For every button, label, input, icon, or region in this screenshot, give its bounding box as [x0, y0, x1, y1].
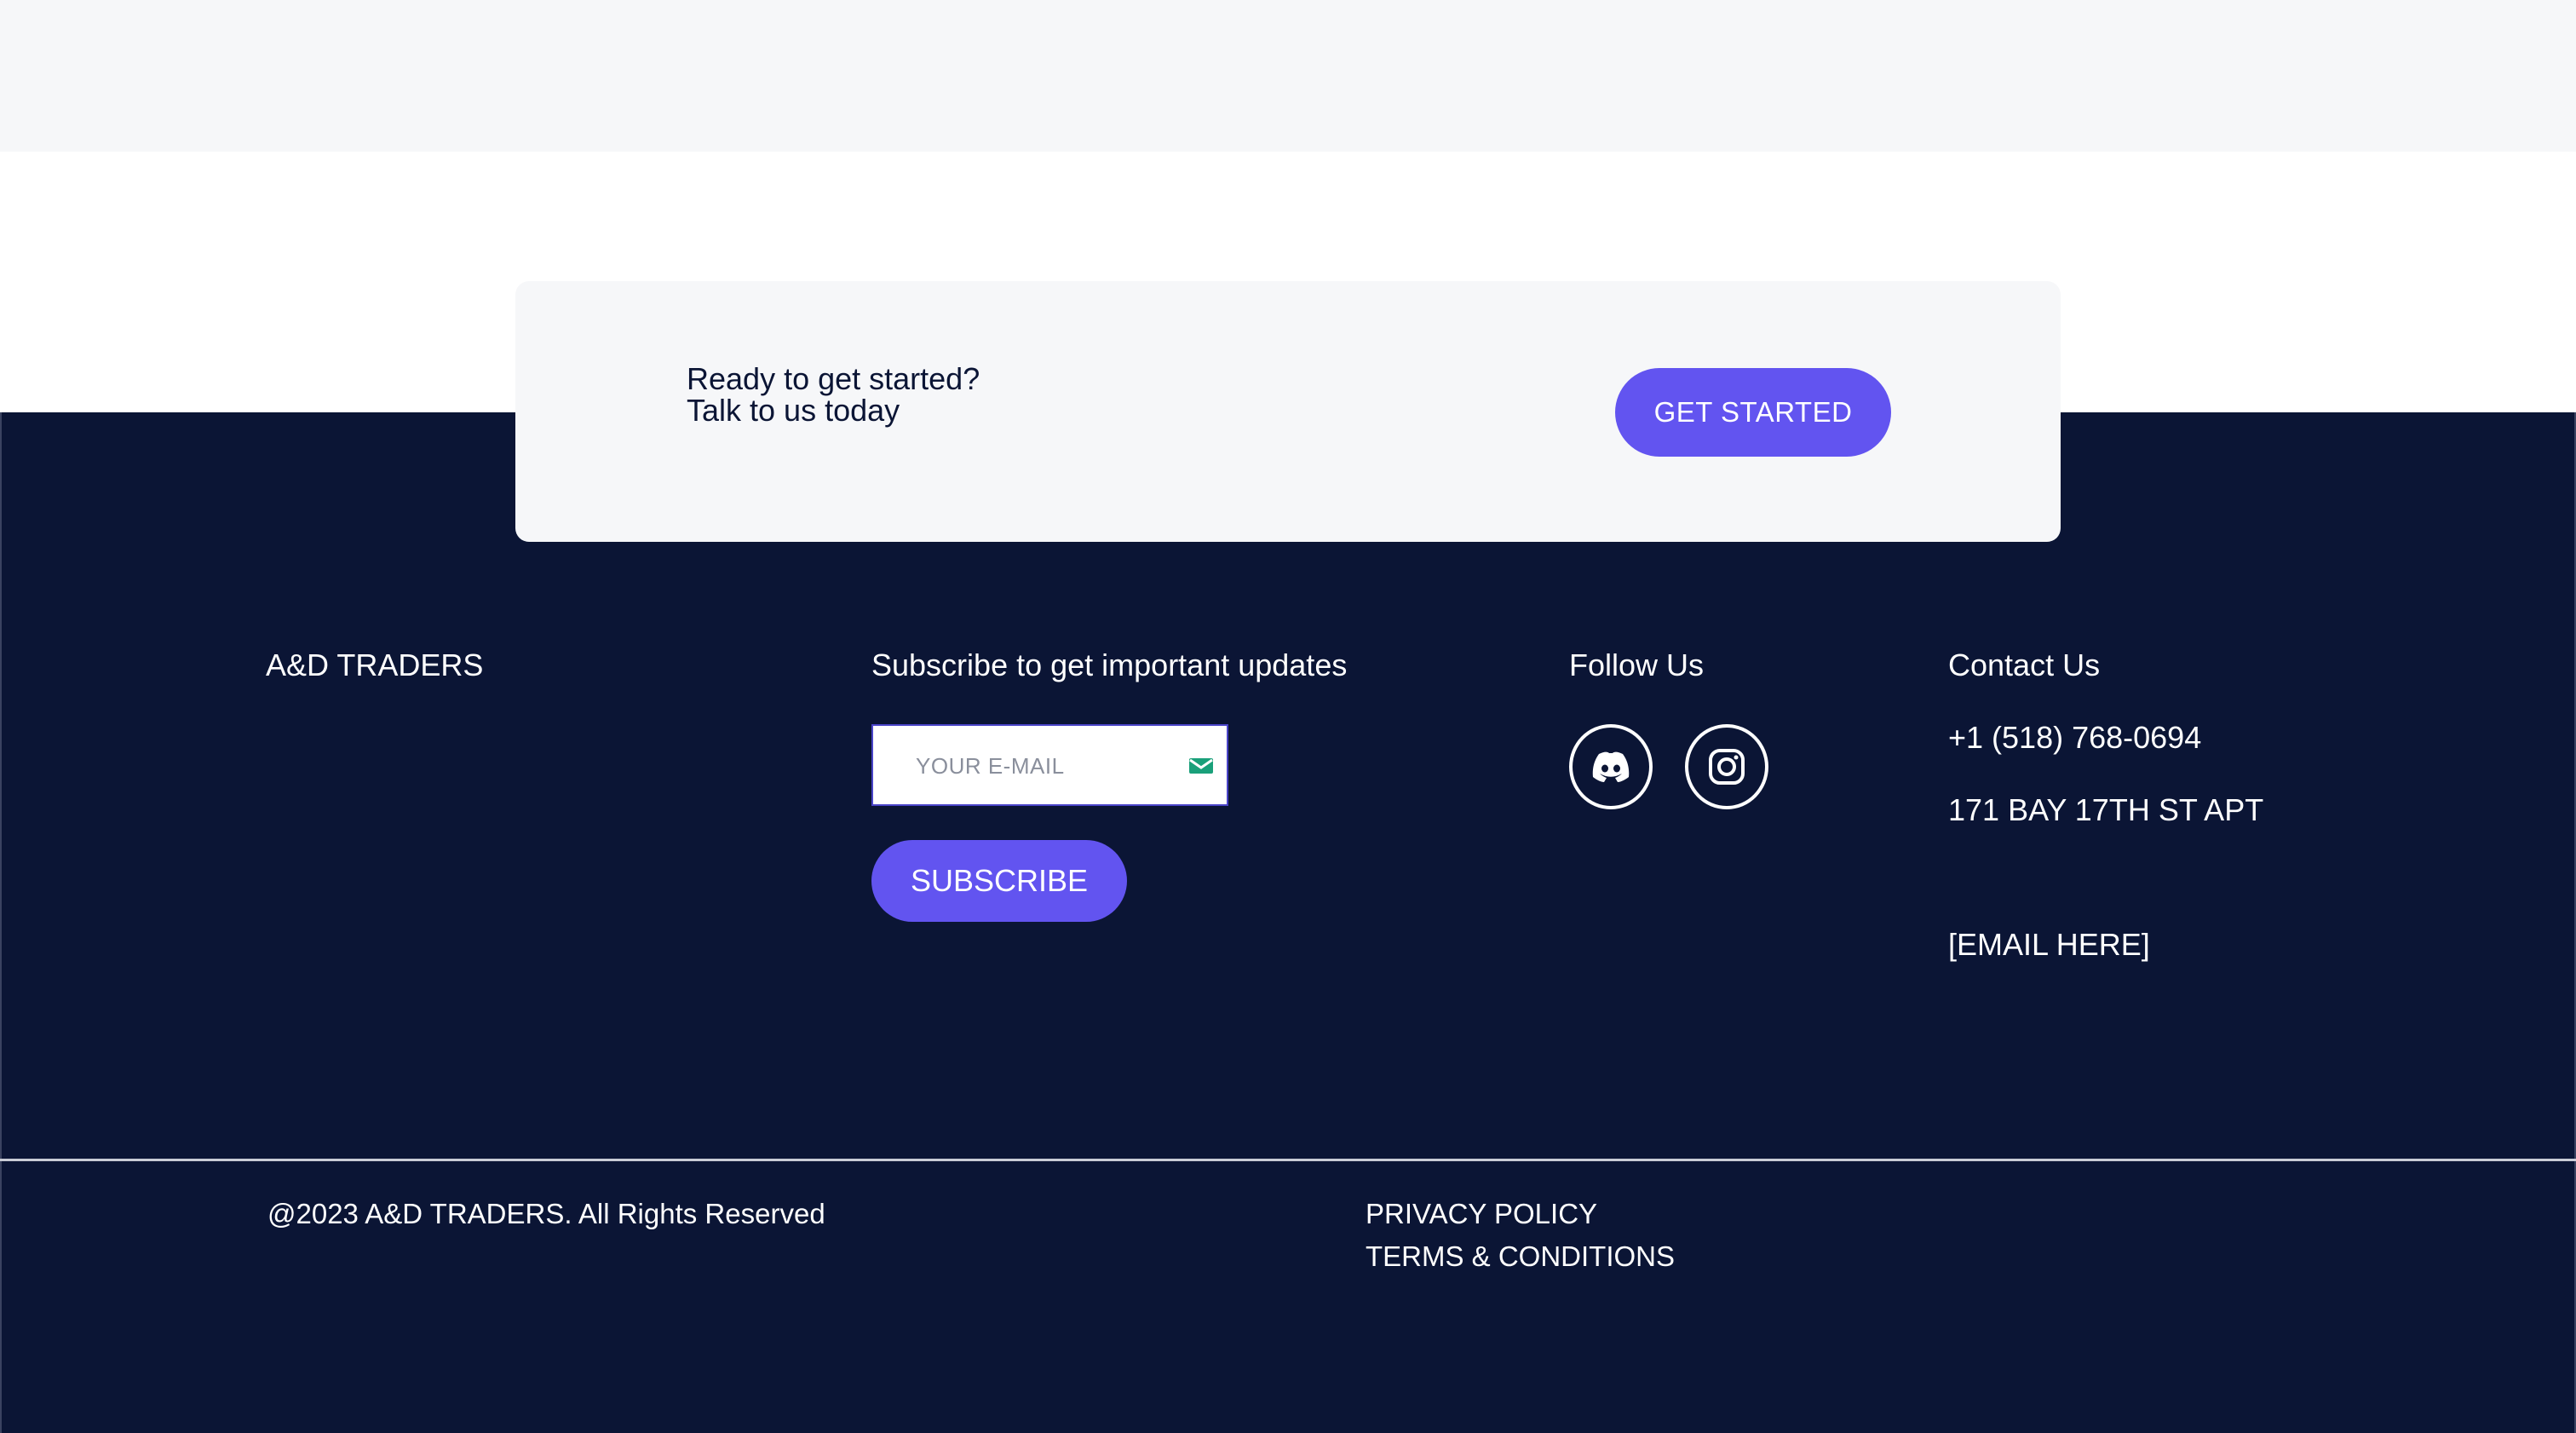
subscribe-button[interactable]: SUBSCRIBE [871, 840, 1127, 922]
instagram-icon [1709, 749, 1745, 785]
contact-email[interactable]: [EMAIL HERE] [1948, 927, 2150, 963]
cta-text: Ready to get started? Talk to us today [687, 363, 980, 426]
email-placeholder: YOUR E-MAIL [916, 753, 1065, 779]
contact-address: 171 BAY 17TH ST APT [1948, 792, 2264, 827]
footer [0, 412, 2576, 1433]
footer-brand: A&D TRADERS [266, 647, 484, 682]
cta-card: Ready to get started? Talk to us today G… [515, 281, 2061, 542]
contact-title: Contact Us [1948, 647, 2101, 682]
top-band [0, 0, 2576, 152]
privacy-policy-link[interactable]: PRIVACY POLICY [1366, 1197, 1597, 1231]
email-input[interactable]: YOUR E-MAIL [871, 724, 1228, 806]
page: Ready to get started? Talk to us today G… [0, 0, 2576, 1433]
contact-phone[interactable]: +1 (518) 768-0694 [1948, 720, 2201, 756]
terms-conditions-link[interactable]: TERMS & CONDITIONS [1366, 1240, 1675, 1274]
mail-icon [1189, 758, 1213, 774]
copyright: @2023 A&D TRADERS. All Rights Reserved [267, 1198, 825, 1229]
footer-divider [0, 1159, 2576, 1161]
instagram-link[interactable] [1685, 724, 1768, 809]
get-started-button[interactable]: GET STARTED [1615, 368, 1891, 457]
subscribe-title: Subscribe to get important updates [871, 647, 1348, 682]
discord-link[interactable] [1569, 724, 1653, 809]
follow-title: Follow Us [1569, 647, 1705, 682]
cta-line-1: Ready to get started? [687, 361, 980, 396]
cta-line-2: Talk to us today [687, 393, 900, 428]
discord-icon [1592, 751, 1630, 782]
